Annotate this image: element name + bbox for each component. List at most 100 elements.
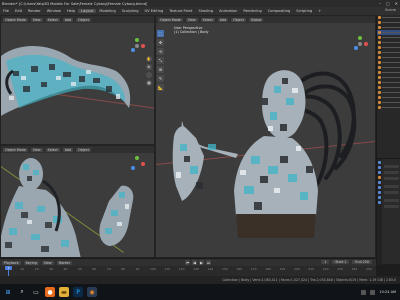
tab-uv-editing[interactable]: UV Editing — [142, 9, 167, 13]
constraint-tab-icon[interactable] — [378, 191, 381, 194]
ruler-tick: 170 — [250, 267, 257, 271]
network-icon[interactable] — [361, 289, 367, 295]
property-field[interactable] — [384, 177, 399, 180]
property-field[interactable] — [384, 191, 399, 194]
navigation-gizmo[interactable] — [129, 156, 145, 172]
add-workspace-button[interactable]: + — [315, 9, 324, 13]
camera-icon[interactable]: 🎥 — [146, 72, 152, 78]
ruler-tick: 60 — [92, 267, 97, 271]
file-explorer-icon[interactable]: ▬ — [59, 287, 69, 297]
object-icon — [378, 91, 381, 94]
physics-tab-icon[interactable] — [378, 186, 381, 189]
keying-menu[interactable]: Keying — [23, 260, 39, 265]
start-icon[interactable]: ⊞ — [3, 287, 13, 297]
outliner-row[interactable] — [377, 105, 400, 110]
play-icon[interactable]: ▶ — [199, 260, 205, 265]
ruler-tick: 200 — [294, 267, 300, 271]
browser-icon[interactable]: ● — [45, 287, 55, 297]
property-field[interactable] — [384, 165, 399, 168]
playback-controls: ⏮ ◀ ▶ ⏭ — [185, 260, 212, 265]
marker-menu[interactable]: Marker — [56, 260, 73, 265]
object-icon — [378, 71, 381, 74]
menu-help[interactable]: Help — [64, 9, 78, 13]
navigation-gizmo[interactable] — [129, 38, 145, 54]
play-reverse-icon[interactable]: ◀ — [192, 260, 198, 265]
menu-edit[interactable]: Edit — [12, 9, 25, 13]
tab-compositing[interactable]: Compositing — [265, 9, 294, 13]
viewport-main[interactable]: Object Mode View Select Add Object Globa… — [155, 15, 376, 258]
pan-icon[interactable]: ✋ — [146, 56, 152, 62]
minimize-button[interactable]: – — [379, 1, 381, 6]
current-frame-field[interactable]: 1 — [321, 260, 330, 264]
clock[interactable]: 10:24 AM — [379, 290, 396, 294]
tab-layout[interactable]: Layout — [78, 9, 97, 13]
ruler-tick: 210 — [308, 267, 315, 271]
maximize-button[interactable]: ▢ — [386, 1, 390, 6]
menu-file[interactable]: File — [0, 9, 12, 13]
menu-window[interactable]: Window — [44, 9, 64, 13]
blender-icon[interactable]: ◉ — [87, 287, 97, 297]
window-title: Blender* [C:\Users\Yatp3D Models For Sal… — [2, 1, 148, 6]
collection-icon — [378, 16, 381, 19]
object-icon — [378, 46, 381, 49]
ruler-tick: 100 — [150, 267, 156, 271]
jump-start-icon[interactable]: ⏮ — [185, 260, 191, 265]
property-field[interactable] — [384, 171, 399, 174]
tab-texture-paint[interactable]: Texture Paint — [166, 9, 195, 13]
output-tab-icon[interactable] — [378, 171, 381, 174]
ruler-tick: 110 — [164, 267, 171, 271]
timeline-view-menu[interactable]: View — [41, 260, 54, 265]
volume-icon[interactable] — [370, 289, 376, 295]
ruler-tick: 220 — [322, 267, 329, 271]
title-bar: Blender* [C:\Users\Yatp3D Models For Sal… — [0, 0, 400, 7]
ruler-tick: 10 — [20, 267, 25, 271]
properties-tabs — [377, 159, 382, 265]
jump-end-icon[interactable]: ⏭ — [206, 260, 212, 265]
photoshop-icon[interactable]: P — [73, 287, 83, 297]
tab-modeling[interactable]: Modeling — [96, 9, 118, 13]
playback-menu[interactable]: Playback — [2, 260, 21, 265]
grid-icon[interactable]: ▦ — [146, 80, 152, 86]
object-icon — [378, 36, 381, 39]
render-tab-icon[interactable] — [378, 166, 381, 169]
ruler-tick: 130 — [193, 267, 199, 271]
modifier-tab-icon[interactable] — [378, 181, 381, 184]
scene-selector[interactable]: Scene — [385, 8, 396, 12]
start-frame-field[interactable]: Start 1 — [332, 260, 350, 264]
data-tab-icon[interactable] — [378, 196, 381, 199]
outliner-panel[interactable] — [376, 15, 400, 158]
playhead-frame[interactable]: 1 — [5, 266, 12, 270]
zoom-icon[interactable]: ⊕ — [146, 64, 152, 70]
close-button[interactable]: ✕ — [395, 1, 398, 6]
property-field[interactable] — [384, 185, 399, 188]
ruler-tick: 90 — [135, 267, 140, 271]
timeline-header: Playback Keying View Marker ⏮ ◀ ▶ ⏭ 1 St… — [0, 259, 376, 266]
tab-rendering[interactable]: Rendering — [240, 9, 264, 13]
ruler-tick: 160 — [236, 267, 243, 271]
tab-scripting[interactable]: Scripting — [293, 9, 315, 13]
object-icon — [378, 41, 381, 44]
ruler-tick: 250 — [366, 267, 372, 271]
tab-shading[interactable]: Shading — [195, 9, 216, 13]
object-tab-icon[interactable] — [378, 176, 381, 179]
properties-panel[interactable] — [376, 158, 400, 265]
task-view-icon[interactable]: ▭ — [31, 287, 41, 297]
menu-render[interactable]: Render — [25, 9, 44, 13]
frame-fields: 1 Start 1 End 250 — [321, 260, 372, 264]
material-tab-icon[interactable] — [378, 201, 381, 204]
timeline-panel[interactable]: Playback Keying View Marker ⏮ ◀ ▶ ⏭ 1 St… — [0, 258, 376, 277]
object-icon — [378, 76, 381, 79]
navigation-gizmo[interactable] — [352, 36, 368, 52]
property-field[interactable] — [384, 205, 399, 208]
timeline-ruler[interactable]: 0102030405060708090100110120130140150160… — [0, 267, 376, 276]
tab-sculpting[interactable]: Sculpting — [119, 9, 142, 13]
search-icon[interactable]: ⌕ — [17, 287, 27, 297]
ruler-tick: 240 — [351, 267, 358, 271]
ruler-tick: 140 — [207, 267, 214, 271]
tab-animation[interactable]: Animation — [216, 9, 240, 13]
viewport-bottom-left[interactable]: Object Mode View Select Add Object — [0, 145, 155, 258]
end-frame-field[interactable]: End 250 — [352, 260, 372, 264]
property-field[interactable] — [384, 199, 399, 202]
tool-tab-icon[interactable] — [378, 161, 381, 164]
viewport-top-left[interactable]: Object Mode View Select Add Object ✋ ⊕ 🎥… — [0, 15, 155, 145]
